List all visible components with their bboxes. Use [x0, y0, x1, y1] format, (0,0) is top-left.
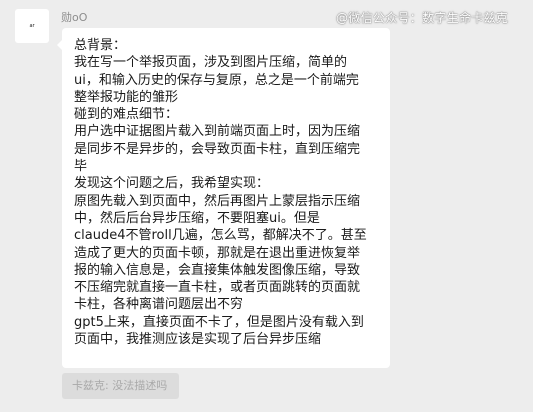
message-line: 总背景： — [74, 38, 127, 53]
avatar[interactable]: ar — [15, 9, 49, 43]
quoted-reply[interactable]: 卡兹克: 没法描述吗 — [62, 373, 180, 399]
message-line: 原图先载入到页面中，然后再图片上蒙层指示压缩 — [74, 193, 361, 209]
message-line: 整举报功能的雏形 — [74, 89, 179, 105]
message-line: claude4不管roll几遍，怎么骂，都解决不了。甚至 — [74, 228, 367, 244]
message-line: 不压缩完就直接一直卡柱，或者页面跳转的页面就 — [74, 280, 361, 296]
quoted-reply-text: 卡兹克: 没法描述吗 — [72, 379, 168, 392]
message-line: 碰到的难点细节： — [74, 107, 179, 123]
message-line: ui，和输入历史的保存与复原，总之是一个前端完 — [74, 72, 359, 88]
message-line: 中，然后后台异步压缩，不要阻塞ui。但是 — [74, 210, 320, 226]
chat-view: ar 勋oO @微信公众号：数字生命卡兹克 总背景： 我在写一个举报页面，涉及到… — [0, 0, 533, 412]
message-line: 是同步不是异步的，会导致页面卡柱，直到压缩完 — [74, 141, 361, 157]
message-line: 毕 — [74, 159, 88, 175]
message-bubble[interactable]: 总背景： 我在写一个举报页面，涉及到图片压缩，简单的 ui，和输入历史的保存与复… — [57, 28, 390, 368]
message-line: gpt5上来，直接页面不卡了，但是图片没有载入到 — [74, 314, 364, 330]
watermark: @微信公众号：数字生命卡兹克 — [336, 11, 509, 25]
message-line: 发现这个问题之后，我希望实现： — [74, 176, 270, 192]
message-line: 我在写一个举报页面，涉及到图片压缩，简单的 — [74, 55, 348, 71]
message-line: 卡柱，各种离谱问题层出不穷 — [74, 297, 244, 313]
message-line: 报的输入信息是，会直接集体触发图像压缩，导致 — [74, 262, 361, 278]
avatar-label: ar — [29, 22, 35, 29]
message-line: 页面中，我推测应该是实现了后台异步压缩 — [74, 332, 322, 348]
sender-name: 勋oO — [61, 11, 88, 24]
message-line: 用户选中证据图片载入到前端页面上时，因为压缩 — [74, 124, 361, 140]
message-line: 造成了更大的页面卡顿，那就是在退出重进恢复举 — [74, 245, 361, 261]
